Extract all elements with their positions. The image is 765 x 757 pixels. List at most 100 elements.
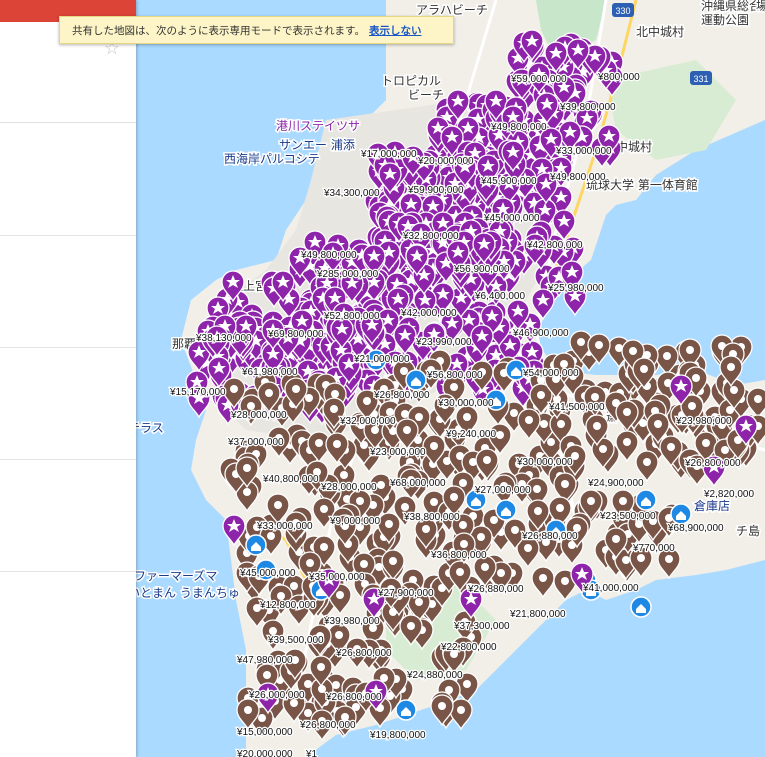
- dot-icon: [457, 706, 465, 714]
- price-label: ¥23,500,000: [599, 511, 656, 522]
- place-label: テラス: [136, 421, 164, 435]
- place-label: 西海岸パルコシテ: [224, 151, 320, 166]
- price-label: ¥21,800,000: [509, 609, 566, 620]
- price-label: ¥24,880,000: [406, 670, 463, 681]
- price-label: ¥26,800,000: [335, 648, 392, 659]
- dot-icon: [340, 471, 348, 479]
- dot-icon: [267, 532, 275, 540]
- place-label: アラハビーチ: [416, 3, 488, 17]
- route-shield: 331: [690, 71, 712, 85]
- dot-icon: [320, 505, 328, 513]
- dot-icon: [403, 426, 411, 434]
- divider: [0, 571, 136, 572]
- dot-icon: [623, 408, 631, 416]
- svg-text:330: 330: [615, 6, 630, 16]
- dot-icon: [483, 456, 491, 464]
- dot-icon: [258, 714, 266, 722]
- hide-banner-link[interactable]: 表示しない: [369, 25, 422, 37]
- dot-icon: [438, 702, 446, 710]
- dot-icon: [629, 347, 637, 355]
- price-label: ¥9,240,000: [445, 429, 496, 440]
- price-label: ¥32,800,000: [402, 231, 459, 242]
- dot-icon: [331, 390, 339, 398]
- dot-icon: [622, 556, 630, 564]
- dot-icon: [525, 416, 533, 424]
- dot-icon: [591, 393, 599, 401]
- dot-icon: [557, 420, 565, 428]
- side-panel: ☆: [0, 0, 136, 757]
- dot-icon: [460, 540, 468, 548]
- dot-icon: [385, 520, 393, 528]
- dot-icon: [540, 420, 548, 428]
- price-label: ¥38,130,000: [195, 333, 252, 344]
- dot-icon: [320, 543, 328, 551]
- dot-icon: [577, 338, 585, 346]
- dot-icon: [450, 493, 458, 501]
- dot-icon: [450, 383, 458, 391]
- house-pin[interactable]: [670, 503, 692, 525]
- dot-icon: [305, 394, 313, 402]
- price-label: ¥33,000,000: [555, 146, 612, 157]
- price-label: ¥39,800,000: [559, 102, 616, 113]
- dot-icon: [263, 671, 271, 679]
- dot-icon: [247, 402, 255, 410]
- price-label: ¥54,000,000: [522, 368, 579, 379]
- price-label: ¥800,000: [597, 72, 640, 83]
- price-label: ¥41,000,000: [582, 583, 639, 594]
- dot-icon: [524, 544, 532, 552]
- dot-icon: [619, 497, 627, 505]
- house-pin[interactable]: [245, 534, 267, 556]
- place-label: いとまん うまんちゅ: [136, 586, 240, 600]
- dot-icon: [336, 591, 344, 599]
- map-svg[interactable]: 330 331 アラハビーチ北中城村 沖縄県総合運動公園トロピカルビーチ港川ステイツ…: [136, 0, 765, 757]
- dot-icon: [335, 631, 343, 639]
- price-label: ¥15,170,000: [169, 387, 226, 398]
- dot-icon: [318, 685, 326, 693]
- dot-icon: [401, 503, 409, 511]
- place-label: 運動公園: [701, 13, 749, 27]
- dot-icon: [561, 577, 569, 585]
- dot-icon: [274, 501, 282, 509]
- house-pin[interactable]: [495, 499, 517, 521]
- price-label: ¥37,300,000: [453, 621, 510, 632]
- house-pin[interactable]: [405, 369, 427, 391]
- dot-icon: [612, 535, 620, 543]
- place-label: トロピカル: [381, 74, 441, 88]
- dot-icon: [463, 413, 471, 421]
- price-label: ¥23,980,000: [675, 416, 732, 427]
- price-label: ¥56,900,000: [453, 264, 510, 275]
- dot-icon: [561, 480, 569, 488]
- dot-icon: [721, 446, 729, 454]
- dot-icon: [400, 367, 408, 375]
- house-pin[interactable]: [395, 699, 417, 721]
- house-pin[interactable]: [630, 596, 652, 618]
- price-label: ¥26,800,000: [684, 458, 741, 469]
- dot-icon: [643, 458, 651, 466]
- dot-icon: [290, 582, 298, 590]
- place-label: 北中城村: [636, 24, 684, 39]
- price-label: ¥15,000,000: [236, 727, 293, 738]
- price-label: ¥45,900,000: [480, 176, 537, 187]
- dot-icon: [356, 497, 364, 505]
- price-label: ¥61,980,000: [241, 367, 298, 378]
- dot-icon: [430, 498, 438, 506]
- price-label: ¥17,000,000: [360, 149, 417, 160]
- place-label: 倉庫店: [694, 498, 730, 513]
- price-label: ¥37,000,000: [227, 437, 284, 448]
- dot-icon: [686, 346, 694, 354]
- price-label: ¥26,880,000: [467, 584, 524, 595]
- price-label: ¥28,000,000: [320, 482, 377, 493]
- dot-icon: [497, 569, 505, 577]
- dot-icon: [623, 438, 631, 446]
- dot-icon: [663, 352, 671, 360]
- map-canvas[interactable]: 330 331 アラハビーチ 北中城村 沖縄県総合 運動公園 トロピカル ビーチ 港川ステイツ…: [136, 0, 765, 757]
- house-pin[interactable]: [635, 489, 657, 511]
- svg-text:331: 331: [693, 74, 708, 84]
- dot-icon: [330, 405, 338, 413]
- price-label: ¥69,800,000: [267, 329, 324, 340]
- price-label: ¥2,820,000: [703, 489, 754, 500]
- dot-icon: [269, 627, 277, 635]
- price-label: ¥40,800,000: [262, 474, 319, 485]
- price-label: ¥9,000,000: [329, 516, 380, 527]
- price-label: ¥22,800,000: [440, 642, 497, 653]
